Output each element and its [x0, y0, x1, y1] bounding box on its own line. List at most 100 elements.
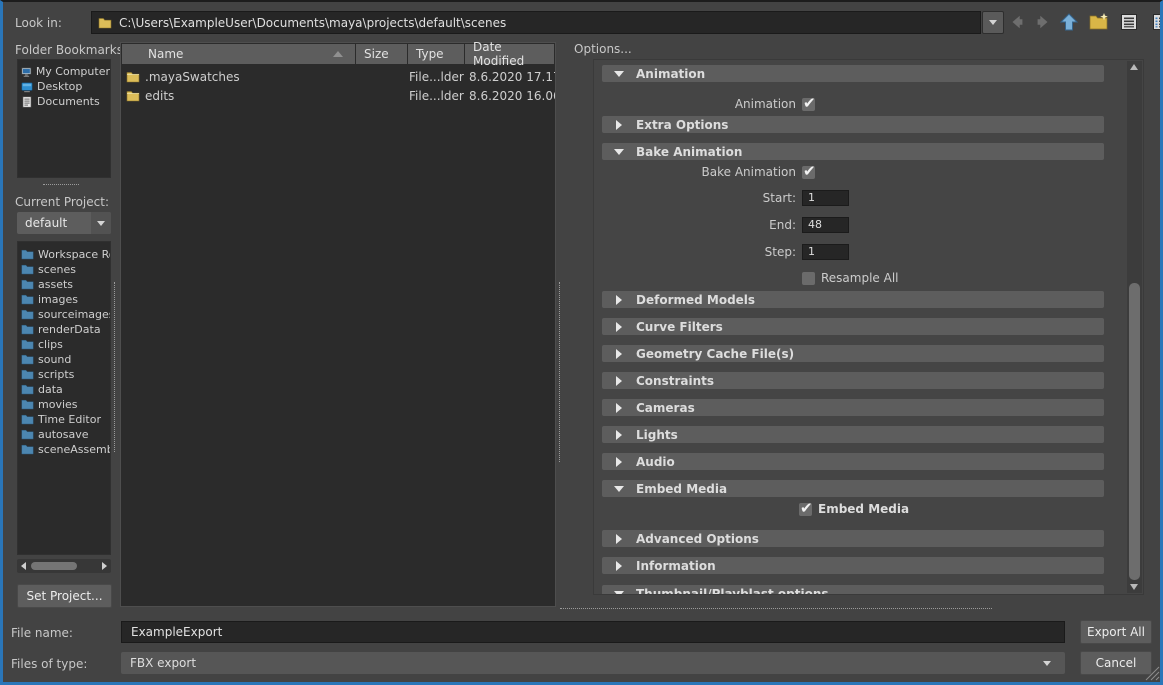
column-header-name[interactable]: Name	[122, 44, 355, 64]
sidebar-horizontal-scrollbar[interactable]	[17, 559, 111, 573]
files-of-type-select[interactable]: FBX export	[121, 652, 1065, 674]
project-folder-item[interactable]: clips	[18, 337, 110, 352]
column-header-type[interactable]: Type	[408, 44, 464, 64]
project-folder-item[interactable]: sound	[18, 352, 110, 367]
bookmarks-list: My Computer Desktop Documents	[17, 59, 111, 178]
folder-icon	[126, 90, 140, 102]
chevron-down-icon	[989, 20, 997, 25]
scroll-up-icon[interactable]	[1130, 64, 1138, 70]
scrollbar-thumb[interactable]	[31, 562, 77, 570]
project-folder-item[interactable]: Workspace Root	[18, 247, 110, 262]
options-vertical-scrollbar[interactable]	[1127, 61, 1142, 593]
project-folder-item[interactable]: scenes	[18, 262, 110, 277]
set-project-button[interactable]: Set Project...	[17, 584, 112, 608]
folder-icon	[21, 444, 34, 455]
bookmark-forward-button[interactable]	[1031, 10, 1055, 34]
project-folder-item[interactable]: movies	[18, 397, 110, 412]
section-header-deformed-models[interactable]: Deformed Models	[602, 291, 1104, 308]
file-row[interactable]: .mayaSwatches File...lder 8.6.2020 17.17	[121, 67, 555, 86]
folder-name: renderData	[38, 323, 101, 336]
start-label: Start:	[594, 191, 796, 205]
resample-all-label: Resample All	[821, 271, 899, 285]
bookmark-item-my-computer[interactable]: My Computer	[18, 64, 110, 79]
project-folder-item[interactable]: sourceimages	[18, 307, 110, 322]
project-folder-item[interactable]: sceneAssembly	[18, 442, 110, 457]
animation-checkbox[interactable]	[802, 98, 815, 111]
file-row[interactable]: edits File...lder 8.6.2020 16.06	[121, 86, 555, 105]
end-input[interactable]	[802, 217, 849, 233]
section-header-extra-options[interactable]: Extra Options	[602, 116, 1104, 133]
section-header-embed-media[interactable]: Embed Media	[602, 480, 1104, 497]
detail-view-button[interactable]	[1149, 10, 1163, 34]
column-header-date-modified[interactable]: Date Modified	[465, 44, 554, 64]
export-all-button[interactable]: Export All	[1080, 620, 1152, 644]
bookmark-item-documents[interactable]: Documents	[18, 94, 110, 109]
set-project-label: Set Project...	[26, 589, 102, 603]
animation-checkbox-label: Animation	[594, 97, 796, 111]
section-header-lights[interactable]: Lights	[602, 426, 1104, 443]
collapsed-triangle-icon	[616, 430, 622, 440]
list-view-button[interactable]	[1117, 10, 1141, 34]
project-folder-item[interactable]: images	[18, 292, 110, 307]
project-folder-item[interactable]: assets	[18, 277, 110, 292]
scroll-right-icon[interactable]	[102, 562, 107, 570]
section-header-constraints[interactable]: Constraints	[602, 372, 1104, 389]
files-of-type-value: FBX export	[130, 656, 196, 670]
project-folder-item[interactable]: renderData	[18, 322, 110, 337]
splitter-sidebar-filelist[interactable]	[114, 282, 115, 452]
cancel-button[interactable]: Cancel	[1080, 651, 1152, 675]
look-in-label: Look in:	[15, 16, 62, 30]
resize-grip[interactable]	[1143, 666, 1160, 681]
column-header-size[interactable]: Size	[356, 44, 407, 64]
section-header-advanced-options[interactable]: Advanced Options	[602, 530, 1104, 547]
folder-bookmarks-label: Folder Bookmarks:	[15, 43, 127, 57]
path-input[interactable]: C:\Users\ExampleUser\Documents\maya\proj…	[91, 11, 981, 34]
resample-all-checkbox[interactable]	[802, 272, 815, 285]
bookmark-back-button[interactable]	[1005, 10, 1029, 34]
sidebar-splitter-handle[interactable]	[43, 184, 79, 185]
file-name-input[interactable]	[121, 621, 1065, 643]
start-input[interactable]	[802, 190, 849, 206]
bookmark-forward-icon	[1034, 13, 1052, 31]
collapsed-triangle-icon	[616, 120, 622, 130]
collapsed-triangle-icon	[616, 457, 622, 467]
splitter-filelist-options[interactable]	[559, 282, 560, 462]
scroll-left-icon[interactable]	[21, 562, 26, 570]
expanded-triangle-icon	[614, 591, 624, 596]
bake-animation-checkbox-label: Bake Animation	[594, 165, 796, 179]
section-header-animation[interactable]: Animation	[602, 65, 1104, 82]
folder-name: scenes	[38, 263, 76, 276]
bake-animation-checkbox[interactable]	[802, 166, 815, 179]
splitter-options-footer[interactable]	[560, 608, 992, 609]
start-field-row: Start:	[594, 184, 1143, 211]
collapsed-triangle-icon	[616, 534, 622, 544]
new-folder-button[interactable]	[1087, 10, 1111, 34]
embed-media-checkbox[interactable]	[799, 503, 812, 516]
project-folder-item[interactable]: data	[18, 382, 110, 397]
scrollbar-thumb[interactable]	[1129, 283, 1140, 580]
folder-icon	[21, 264, 34, 275]
current-project-select[interactable]: default	[17, 212, 111, 234]
folder-icon	[21, 399, 34, 410]
section-header-bake-animation[interactable]: Bake Animation	[602, 143, 1104, 160]
project-folder-item[interactable]: autosave	[18, 427, 110, 442]
step-input[interactable]	[802, 244, 849, 260]
section-header-geometry-cache[interactable]: Geometry Cache File(s)	[602, 345, 1104, 362]
embed-media-label: Embed Media	[818, 502, 909, 516]
section-header-information[interactable]: Information	[602, 557, 1104, 574]
expanded-triangle-icon	[614, 71, 624, 77]
go-up-folder-button[interactable]	[1057, 10, 1081, 34]
section-header-curve-filters[interactable]: Curve Filters	[602, 318, 1104, 335]
section-header-thumbnail-playblast[interactable]: Thumbnail/Playblast options	[602, 585, 1104, 595]
sort-ascending-icon	[333, 51, 343, 57]
path-dropdown-button[interactable]	[982, 11, 1004, 34]
scroll-down-icon[interactable]	[1130, 584, 1138, 590]
bake-animation-checkbox-row: Bake Animation	[594, 160, 1143, 184]
project-folder-item[interactable]: Time Editor	[18, 412, 110, 427]
options-panel: Animation Animation Extra Options Bake A…	[593, 59, 1144, 595]
folder-name: movies	[38, 398, 78, 411]
section-header-audio[interactable]: Audio	[602, 453, 1104, 470]
project-folder-item[interactable]: scripts	[18, 367, 110, 382]
bookmark-item-desktop[interactable]: Desktop	[18, 79, 110, 94]
section-header-cameras[interactable]: Cameras	[602, 399, 1104, 416]
